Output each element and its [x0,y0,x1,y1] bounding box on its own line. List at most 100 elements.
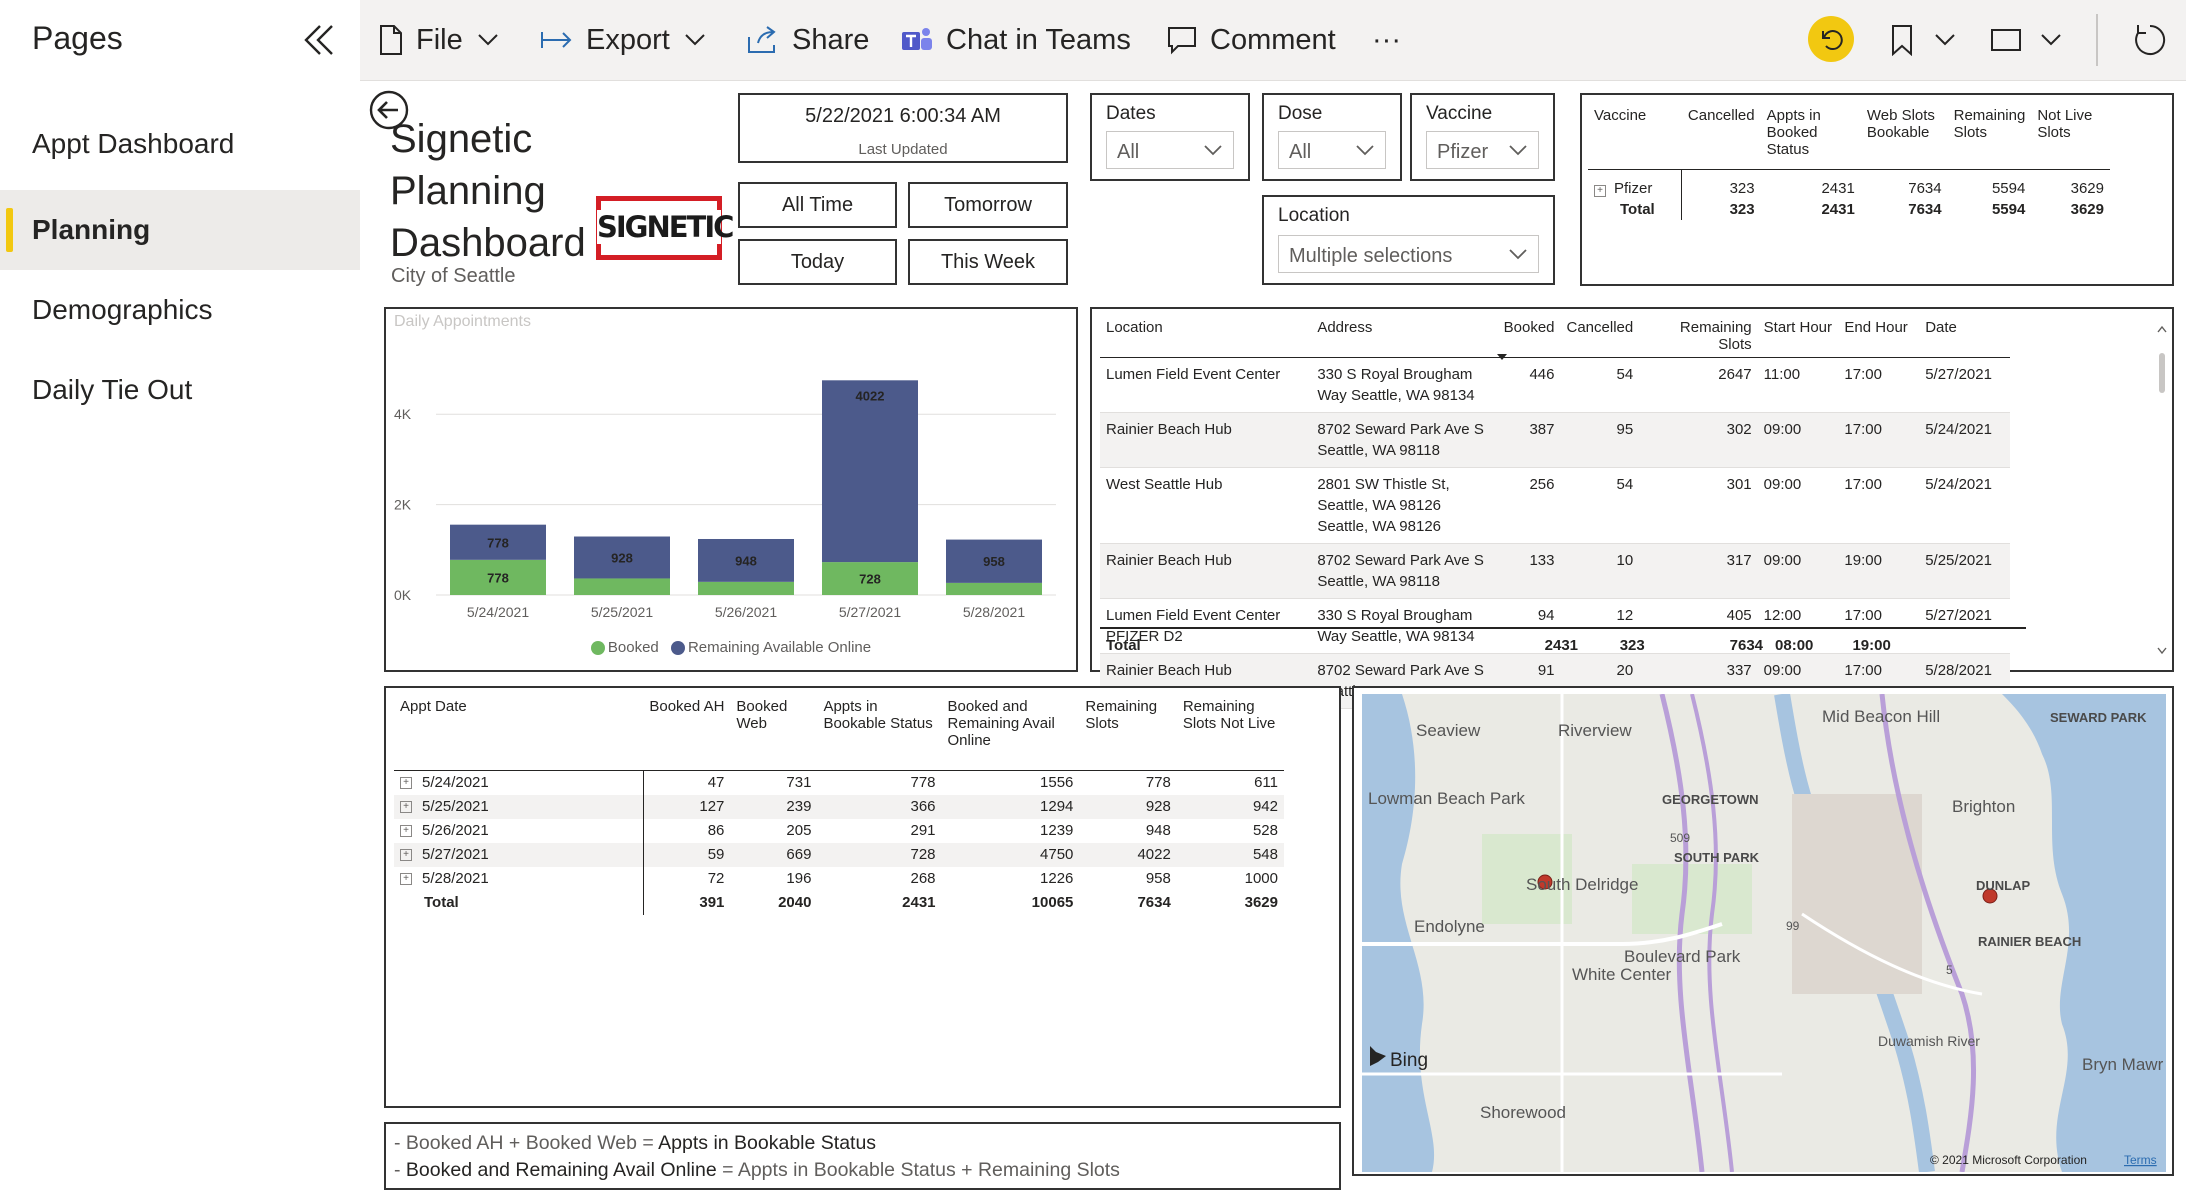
map-terms-link[interactable]: Terms [2124,1153,2157,1167]
expand-icon[interactable]: + [400,777,412,790]
dose-dropdown[interactable]: All [1278,131,1386,169]
column-header[interactable]: Cancelled [1561,315,1640,358]
table-cell: 268 [910,870,936,887]
expand-icon[interactable]: + [400,801,412,814]
notes-card: - Booked AH + Booked Web = Appts in Book… [384,1122,1341,1190]
bar-booked[interactable] [698,581,794,595]
more-options-button[interactable]: ··· [1372,18,1401,62]
map-canvas[interactable]: Seaview Riverview Mid Beacon Hill SEWARD PA… [1362,694,2166,1172]
signetic-logo: SIGNETIC [596,196,734,260]
table-cell: 528 [1252,822,1278,839]
scroll-down-icon[interactable] [2157,647,2167,655]
table-row[interactable]: +5/25/2021 127 239 366 1294 928 942 [394,795,1284,819]
table-row[interactable]: +5/27/2021 59 669 728 4750 4022 548 [394,843,1284,867]
table-cell: 2040 [778,894,812,911]
this-week-button[interactable]: This Week [908,239,1068,285]
column-header[interactable]: Location [1100,315,1311,358]
column-header[interactable]: Not Live Slots [2031,103,2110,170]
bar-booked[interactable] [574,578,670,595]
share-button[interactable]: Share [746,18,869,62]
column-header[interactable]: Date [1919,315,2010,358]
nav-item-planning[interactable]: Planning [0,190,360,270]
table-cell: 8702 Seward Park Ave S Seattle, WA 98118 [1317,421,1484,459]
column-header[interactable]: Remaining Slots [1079,694,1176,771]
table-cell: 5594 [1991,180,2026,197]
reset-button[interactable] [1808,16,1854,62]
bar-booked[interactable] [946,582,1042,595]
table-cell: 7634 [1908,201,1942,218]
column-header[interactable]: Remaining Slots [1948,103,2032,170]
note-line: - Booked and Remaining Avail Online = Ap… [394,1159,1120,1182]
column-header[interactable]: Booked [1493,315,1561,360]
table-cell: 72 [707,870,725,887]
table-cell: 387 [1529,421,1555,438]
column-header[interactable]: Vaccine [1588,103,1682,170]
nav-item-appt-dashboard[interactable]: Appt Dashboard [0,104,360,184]
scroll-up-icon[interactable] [2157,325,2167,333]
today-button[interactable]: Today [738,239,897,285]
file-menu[interactable]: File [378,18,511,62]
table-row[interactable]: Rainier Beach Hub 8702 Seward Park Ave S … [1100,543,2010,599]
location-table-visual: Location Address Booked Cancelled Remain… [1090,307,2174,709]
expand-icon[interactable]: + [1594,185,1606,197]
table-cell: West Seattle Hub [1106,476,1223,493]
teams-icon [902,28,932,50]
column-header[interactable]: Booked Web [730,694,817,771]
view-menu[interactable] [1990,18,2070,62]
table-cell: 256 [1529,476,1555,493]
table-row[interactable]: +5/26/2021 86 205 291 1239 948 528 [394,819,1284,843]
column-header[interactable]: Remaining Slots Not Live [1177,694,1284,771]
map-label: Endolyne [1414,917,1485,936]
x-tick-label: 5/26/2021 [715,604,777,620]
column-header[interactable]: Address [1311,315,1493,358]
all-time-button[interactable]: All Time [738,182,897,228]
column-header[interactable]: Appts in Bookable Status [817,694,941,771]
column-header[interactable]: Booked and Remaining Avail Online [942,694,1080,771]
legend-label: Booked [607,639,659,656]
chat-in-teams-button[interactable]: Chat in Teams [900,18,1131,62]
table-cell: 10 [1616,552,1634,569]
table-cell: 47 [707,774,725,791]
column-header[interactable]: Appt Date [394,694,643,771]
comment-button[interactable]: Comment [1166,18,1336,62]
table-row[interactable]: + Pfizer 323 2431 7634 5594 3629 [1588,169,2110,199]
table-cell: 127 [699,798,725,815]
table-cell: 239 [786,798,812,815]
table-cell: 302 [1726,421,1752,438]
table-row[interactable]: West Seattle Hub 2801 SW Thistle St, Seat… [1100,467,2010,544]
export-menu[interactable]: Export [540,18,718,62]
collapse-pane-icon[interactable] [300,20,340,60]
expand-icon[interactable]: + [400,825,412,838]
column-header[interactable]: Appts in Booked Status [1761,103,1861,170]
table-row[interactable]: Rainier Beach Hub 8702 Seward Park Ave S … [1100,412,2010,468]
column-header[interactable]: End Hour [1838,315,1919,358]
map-label: White Center [1572,965,1672,984]
table-row[interactable]: Lumen Field Event Center 330 S Royal Brou… [1100,357,2010,413]
location-dropdown[interactable]: Multiple selections [1278,235,1539,273]
pages-title: Pages [32,20,123,56]
dates-dropdown[interactable]: All [1106,131,1234,169]
refresh-button[interactable] [2130,18,2170,62]
nav-item-demographics[interactable]: Demographics [0,270,360,350]
bar-remaining[interactable] [822,380,918,563]
table-row[interactable]: +5/24/2021 47 731 778 1556 778 611 [394,770,1284,795]
table-row[interactable]: +5/28/2021 72 196 268 1226 958 1000 [394,867,1284,891]
date-matrix-visual: Appt Date Booked AH Booked Web Appts in … [384,686,1341,1108]
vertical-scrollbar[interactable] [2156,325,2168,655]
expand-icon[interactable]: + [400,873,412,886]
vaccine-name: Pfizer [1614,180,1653,197]
column-header[interactable]: Remaining Slots [1639,315,1757,358]
column-header[interactable]: Booked AH [643,694,730,771]
nav-item-daily-tie-out[interactable]: Daily Tie Out [0,350,360,430]
column-header[interactable]: Web Slots Bookable [1861,103,1948,170]
table-cell: 669 [786,846,812,863]
vaccine-dropdown[interactable]: Pfizer [1426,131,1539,169]
expand-icon[interactable]: + [400,849,412,862]
tomorrow-button[interactable]: Tomorrow [908,182,1068,228]
table-cell: 59 [707,846,725,863]
scrollbar-thumb[interactable] [2159,353,2165,393]
column-header[interactable]: Cancelled [1682,103,1761,170]
bookmark-menu[interactable] [1890,18,1960,62]
table-cell: 1556 [1040,774,1074,791]
column-header[interactable]: Start Hour [1758,315,1839,358]
